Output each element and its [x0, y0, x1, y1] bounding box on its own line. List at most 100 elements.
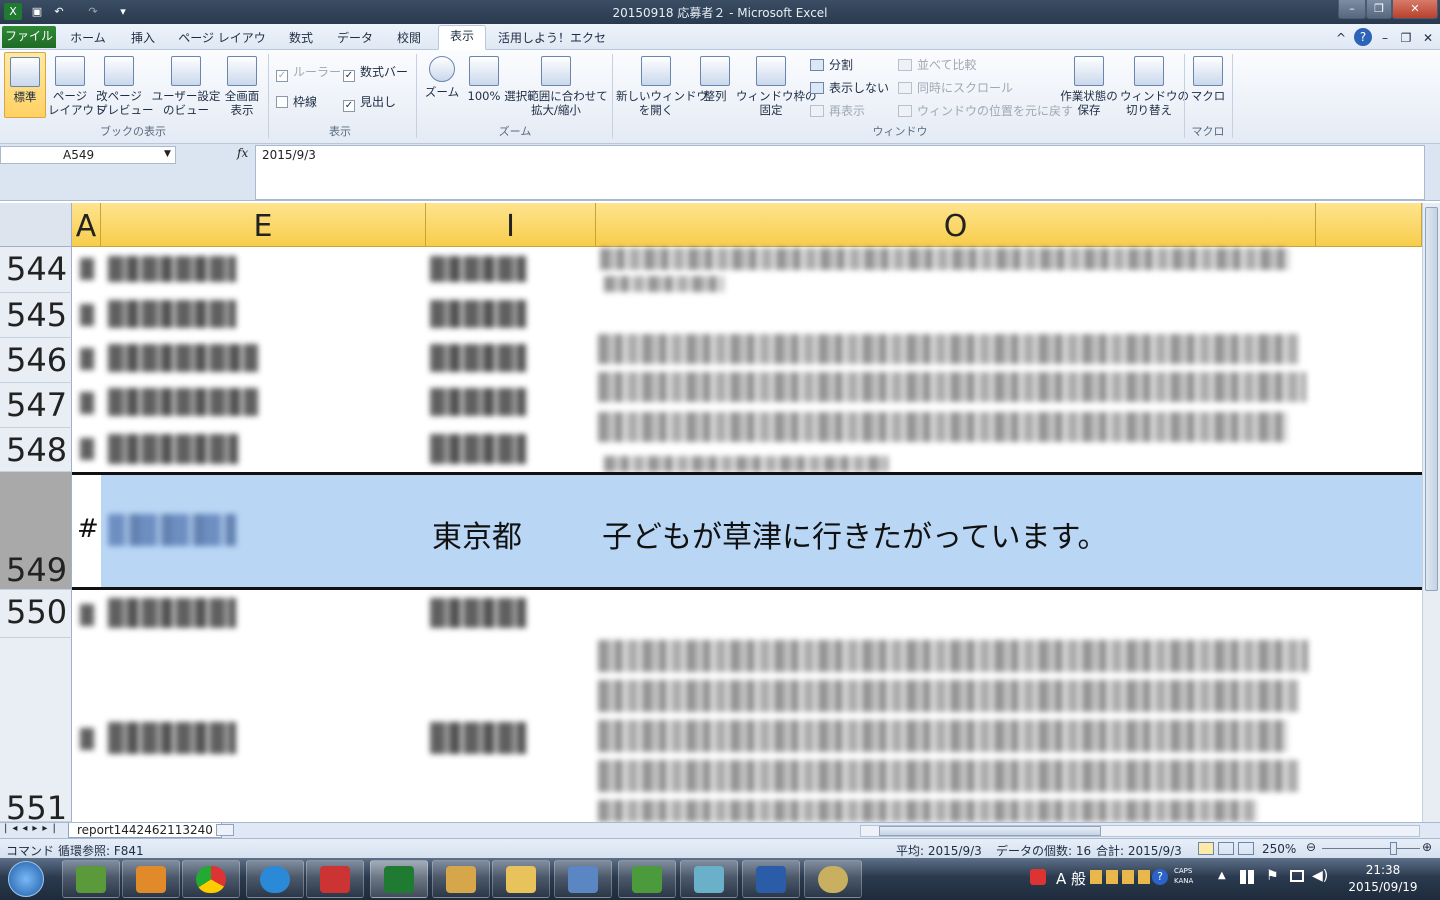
action-center-flag-icon[interactable]: ⚑ — [1266, 868, 1279, 884]
taskbar-word[interactable] — [742, 860, 800, 898]
close-button[interactable]: ✕ — [1392, 0, 1438, 19]
zoom-in-icon[interactable]: ⊕ — [1422, 840, 1432, 854]
arrange-all-button[interactable]: 整列 — [698, 56, 732, 103]
sheet-nav-arrows-icon[interactable]: |◂◂▸▸| — [4, 823, 61, 834]
minimize-button[interactable]: – — [1338, 0, 1366, 19]
horizontal-scrollbar[interactable] — [860, 825, 1420, 837]
custom-views-button[interactable]: ユーザー設定 のビュー — [150, 56, 222, 117]
select-all-corner[interactable] — [0, 203, 72, 247]
taskbar-app-7[interactable] — [432, 860, 490, 898]
row-header-547[interactable]: 547 — [0, 383, 72, 428]
column-header-next[interactable] — [1316, 203, 1422, 247]
row-header-545[interactable]: 545 — [0, 293, 72, 338]
ime-indicator[interactable]: A 般 — [1056, 868, 1086, 889]
taskbar-app-9[interactable] — [554, 860, 612, 898]
formula-input[interactable]: 2015/9/3 — [255, 145, 1425, 200]
row-header-551[interactable]: 551 — [0, 638, 72, 822]
workbook-close-icon[interactable]: ✕ — [1420, 28, 1436, 50]
headings-checkbox[interactable]: ✓ 見出し — [343, 93, 396, 112]
page-break-preview-button[interactable]: 改ページ プレビュー — [96, 56, 154, 117]
sheet-tab[interactable]: report1442462113240 — [68, 823, 222, 838]
page-break-status-icon[interactable] — [1238, 842, 1254, 855]
taskbar-app-11[interactable] — [680, 860, 738, 898]
row-header-550[interactable]: 550 — [0, 590, 72, 638]
taskbar-app-1[interactable] — [62, 860, 120, 898]
zoom-out-icon[interactable]: ⊖ — [1306, 840, 1316, 854]
workbook-restore-icon[interactable]: ❐ — [1398, 28, 1414, 50]
column-header-a[interactable]: A — [72, 203, 101, 247]
vertical-scrollbar[interactable] — [1422, 203, 1440, 822]
switch-windows-button[interactable]: ウィンドウの 切り替え — [1120, 56, 1189, 117]
zoom-to-selection-button[interactable]: 選択範囲に合わせて 拡大/縮小 — [504, 56, 608, 117]
ime-toolbar-icons[interactable] — [1090, 870, 1152, 884]
full-screen-button[interactable]: 全画面 表示 — [222, 56, 262, 117]
row-header-549[interactable]: 549 — [0, 472, 72, 590]
tab-page-layout[interactable]: ページ レイアウト — [174, 28, 270, 65]
clock-time[interactable]: 21:38 — [1340, 863, 1426, 877]
windows-flag-icon[interactable] — [1240, 870, 1254, 884]
workbook-minimize-icon[interactable]: – — [1378, 28, 1392, 50]
tab-review[interactable]: 校閲 — [386, 28, 432, 50]
zoom-button[interactable]: ズーム — [422, 56, 462, 99]
tab-file[interactable]: ファイル — [2, 26, 56, 48]
horizontal-scroll-thumb[interactable] — [879, 826, 1101, 836]
vertical-scroll-thumb[interactable] — [1425, 207, 1438, 591]
zoom-100-button[interactable]: 100% — [464, 56, 504, 103]
clock-date[interactable]: 2015/09/19 — [1340, 880, 1426, 894]
zoom-slider-thumb[interactable] — [1390, 842, 1397, 855]
page-layout-status-icon[interactable] — [1218, 842, 1234, 855]
taskbar-app-5[interactable] — [306, 860, 364, 898]
show-hidden-icons[interactable]: ▲ — [1218, 870, 1226, 881]
name-box[interactable]: A549 — [0, 146, 176, 164]
maximize-button[interactable]: ❐ — [1366, 0, 1392, 19]
tab-home[interactable]: ホーム — [64, 28, 112, 50]
taskbar-ie[interactable] — [246, 860, 304, 898]
normal-view-button[interactable]: 標準 — [4, 52, 46, 118]
network-icon[interactable] — [1290, 870, 1304, 882]
insert-function-icon[interactable]: fx — [237, 146, 248, 160]
unhide-window-button[interactable]: 再表示 — [810, 102, 865, 119]
synchronous-scrolling-button[interactable]: 同時にスクロール — [898, 79, 1013, 96]
tray-app-icon[interactable] — [1030, 869, 1046, 885]
normal-view-status-icon[interactable] — [1198, 842, 1214, 855]
taskbar-paint[interactable] — [804, 860, 862, 898]
start-button[interactable] — [8, 861, 44, 897]
column-header-o[interactable]: O — [596, 203, 1316, 247]
cell-a549[interactable]: # — [77, 514, 99, 544]
taskbar-excel[interactable] — [370, 860, 428, 898]
cell-o549[interactable]: 子どもが草津に行きたがっています。 — [602, 512, 1108, 556]
formula-bar-checkbox[interactable]: ✓ 数式バー — [343, 63, 408, 82]
hide-window-button[interactable]: 表示しない — [810, 79, 889, 96]
tab-view[interactable]: 表示 — [438, 25, 486, 50]
minimize-ribbon-icon[interactable]: ^ — [1334, 28, 1348, 50]
ime-help-icon[interactable]: ? — [1152, 869, 1168, 885]
zoom-slider[interactable] — [1322, 848, 1420, 849]
ruler-checkbox[interactable]: ✓ ルーラー — [276, 63, 341, 82]
zoom-level[interactable]: 250% — [1262, 842, 1296, 856]
help-icon[interactable]: ? — [1354, 28, 1372, 46]
name-box-dropdown-icon[interactable]: ▼ — [164, 149, 171, 159]
row-header-546[interactable]: 546 — [0, 338, 72, 383]
column-header-e[interactable]: E — [101, 203, 426, 247]
macros-button[interactable]: マクロ — [1190, 56, 1226, 103]
column-header-i[interactable]: I — [426, 203, 596, 247]
tab-data[interactable]: データ — [332, 28, 378, 50]
split-button[interactable]: 分割 — [810, 56, 853, 73]
tab-formulas[interactable]: 数式 — [280, 28, 322, 50]
taskbar-app-10[interactable] — [618, 860, 676, 898]
new-window-button[interactable]: 新しいウィンドウ を開く — [616, 56, 708, 117]
view-side-by-side-button[interactable]: 並べて比較 — [898, 56, 977, 73]
cell-i549[interactable]: 東京都 — [432, 512, 522, 556]
row-header-548[interactable]: 548 — [0, 428, 72, 472]
page-layout-view-button[interactable]: ページ レイアウト — [48, 56, 106, 117]
volume-icon[interactable]: ◀) — [1312, 868, 1328, 884]
tab-excel-tips[interactable]: 活用しよう！エクセル — [494, 28, 610, 65]
taskbar-chrome[interactable] — [182, 860, 240, 898]
taskbar-explorer[interactable] — [492, 860, 550, 898]
row-header-544[interactable]: 544 — [0, 247, 72, 293]
insert-sheet-icon[interactable] — [216, 824, 234, 836]
freeze-panes-button[interactable]: ウィンドウ枠の 固定 — [736, 56, 817, 117]
taskbar-app-2[interactable] — [122, 860, 180, 898]
reset-window-position-button[interactable]: ウィンドウの位置を元に戻す — [898, 102, 1073, 119]
gridlines-checkbox[interactable]: 枠線 — [276, 93, 317, 110]
